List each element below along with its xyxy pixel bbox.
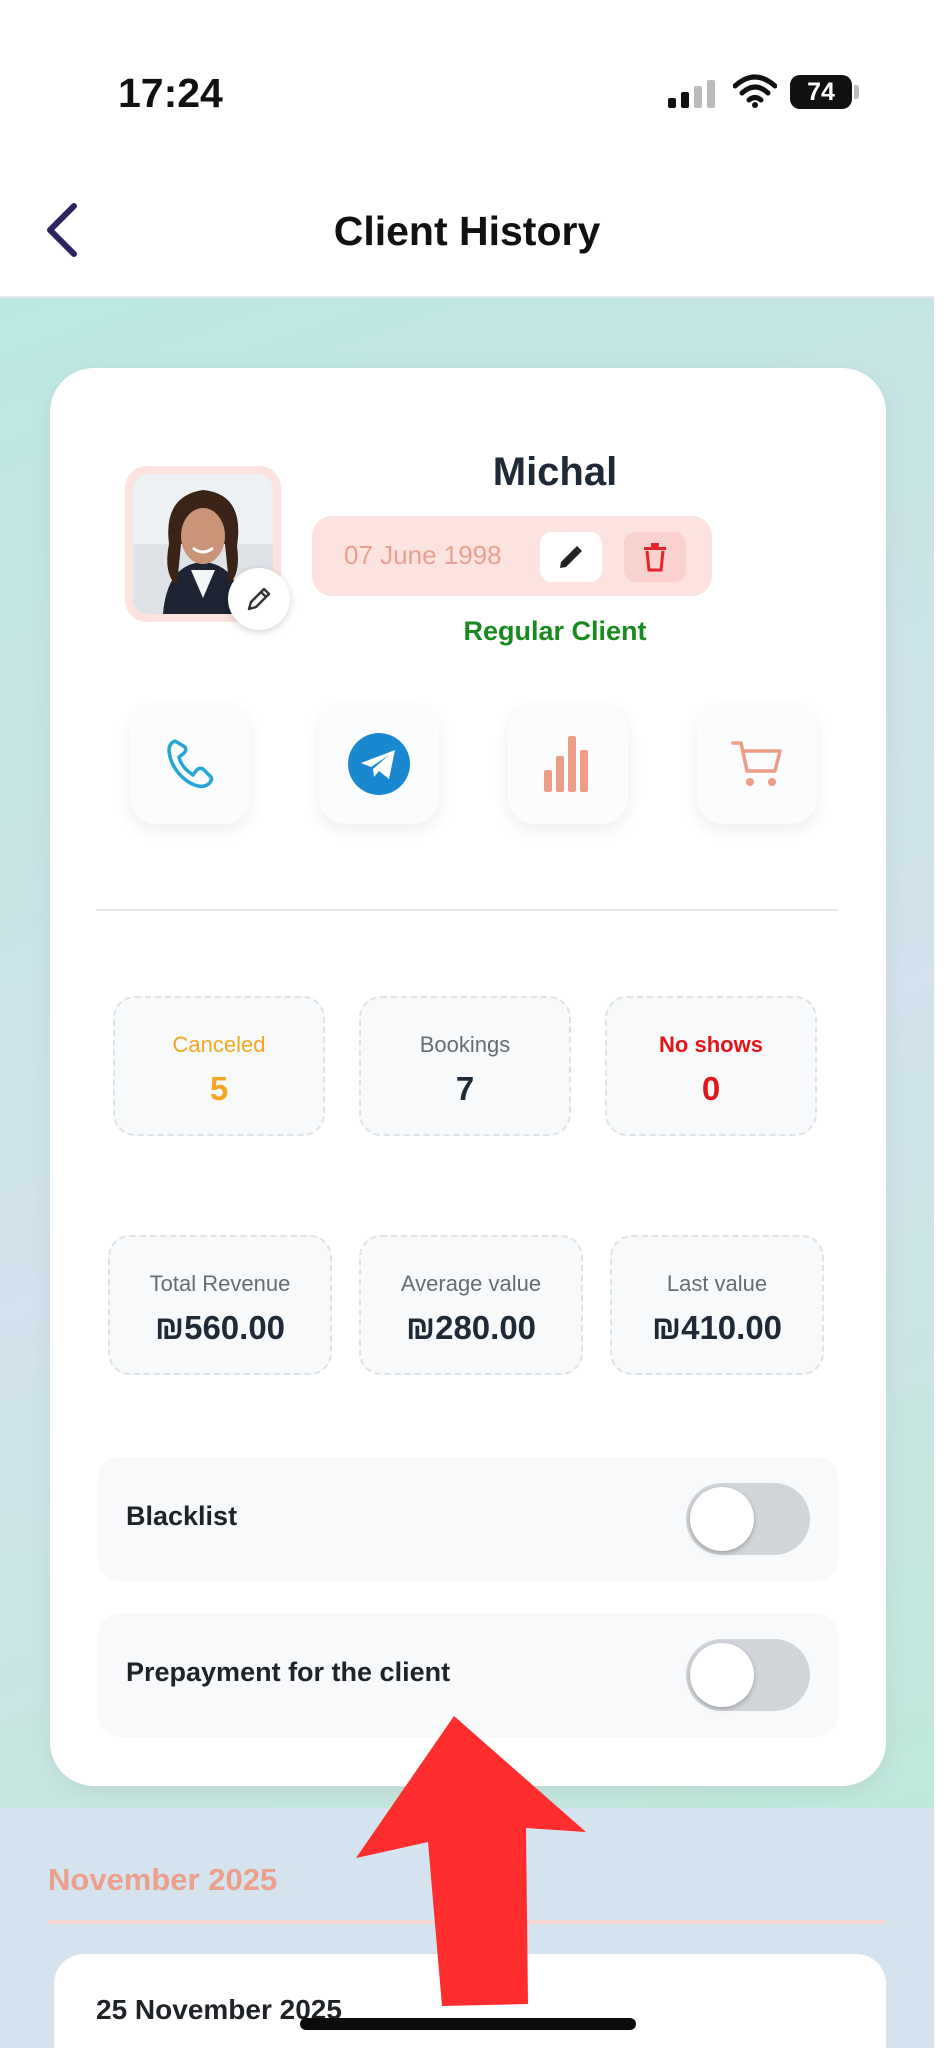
delete-birthdate-button[interactable] — [624, 532, 686, 582]
prepayment-toggle[interactable] — [686, 1639, 810, 1711]
birthdate-text: 07 June 1998 — [344, 540, 502, 570]
stat-value: ₪410.00 — [651, 1309, 783, 1346]
stat-value: ₪280.00 — [405, 1309, 537, 1346]
stat-label: Total Revenue — [149, 1271, 291, 1296]
toggle-knob — [690, 1487, 754, 1551]
cellular-signal-icon — [668, 80, 715, 108]
home-indicator[interactable] — [300, 2018, 636, 2030]
red-arrow-annotation — [356, 1716, 586, 2006]
status-time: 17:24 — [118, 70, 223, 116]
client-card: Michal 07 June 1998 Regular Client Cance… — [50, 368, 886, 1786]
cart-button[interactable] — [697, 704, 817, 824]
call-button[interactable] — [130, 704, 250, 824]
phone-icon — [167, 739, 214, 789]
blacklist-label: Blacklist — [126, 1501, 238, 1531]
blacklist-row: Blacklist — [98, 1457, 838, 1581]
edit-birthdate-button[interactable] — [540, 532, 602, 582]
stat-label: Average value — [400, 1271, 542, 1296]
stat-total-revenue: Total Revenue ₪560.00 — [108, 1235, 332, 1375]
pencil-icon — [560, 546, 582, 568]
stat-label: No shows — [659, 1032, 763, 1057]
stat-value: 5 — [209, 1070, 229, 1107]
stat-label: Bookings — [419, 1032, 511, 1057]
stat-no-shows: No shows 0 — [605, 996, 817, 1136]
page-title: Client History — [333, 208, 601, 254]
nav-header: Client History — [0, 150, 934, 298]
action-buttons — [130, 704, 817, 824]
bar-chart-icon — [544, 736, 588, 792]
wifi-icon — [733, 74, 777, 108]
toggle-knob — [690, 1643, 754, 1707]
edit-photo-button[interactable] — [228, 568, 290, 630]
battery-indicator: 74 — [790, 75, 852, 109]
battery-tip — [854, 85, 859, 99]
client-status-label: Regular Client — [463, 616, 647, 646]
stat-value: 7 — [455, 1070, 475, 1107]
month-header: November 2025 — [48, 1862, 278, 1897]
stat-label: Last value — [666, 1271, 768, 1296]
stat-value: 0 — [701, 1070, 721, 1107]
battery-level: 74 — [807, 77, 835, 106]
telegram-button[interactable] — [319, 704, 439, 824]
cart-icon — [731, 741, 782, 786]
stat-value: ₪560.00 — [154, 1309, 286, 1346]
stat-label: Canceled — [172, 1032, 266, 1057]
stat-bookings: Bookings 7 — [359, 996, 571, 1136]
blacklist-toggle[interactable] — [686, 1483, 810, 1555]
stat-canceled: Canceled 5 — [113, 996, 325, 1136]
client-name: Michal — [492, 450, 618, 494]
stat-average-value: Average value ₪280.00 — [359, 1235, 583, 1375]
trash-icon — [644, 543, 666, 572]
telegram-icon — [348, 733, 410, 795]
section-divider — [96, 909, 838, 911]
stat-last-value: Last value ₪410.00 — [610, 1235, 824, 1375]
pencil-icon — [247, 587, 271, 611]
status-bar: 17:24 74 — [0, 0, 944, 150]
statistics-button[interactable] — [508, 704, 628, 824]
prepayment-label: Prepayment for the client — [126, 1657, 451, 1687]
birthdate-pill: 07 June 1998 — [312, 516, 712, 596]
